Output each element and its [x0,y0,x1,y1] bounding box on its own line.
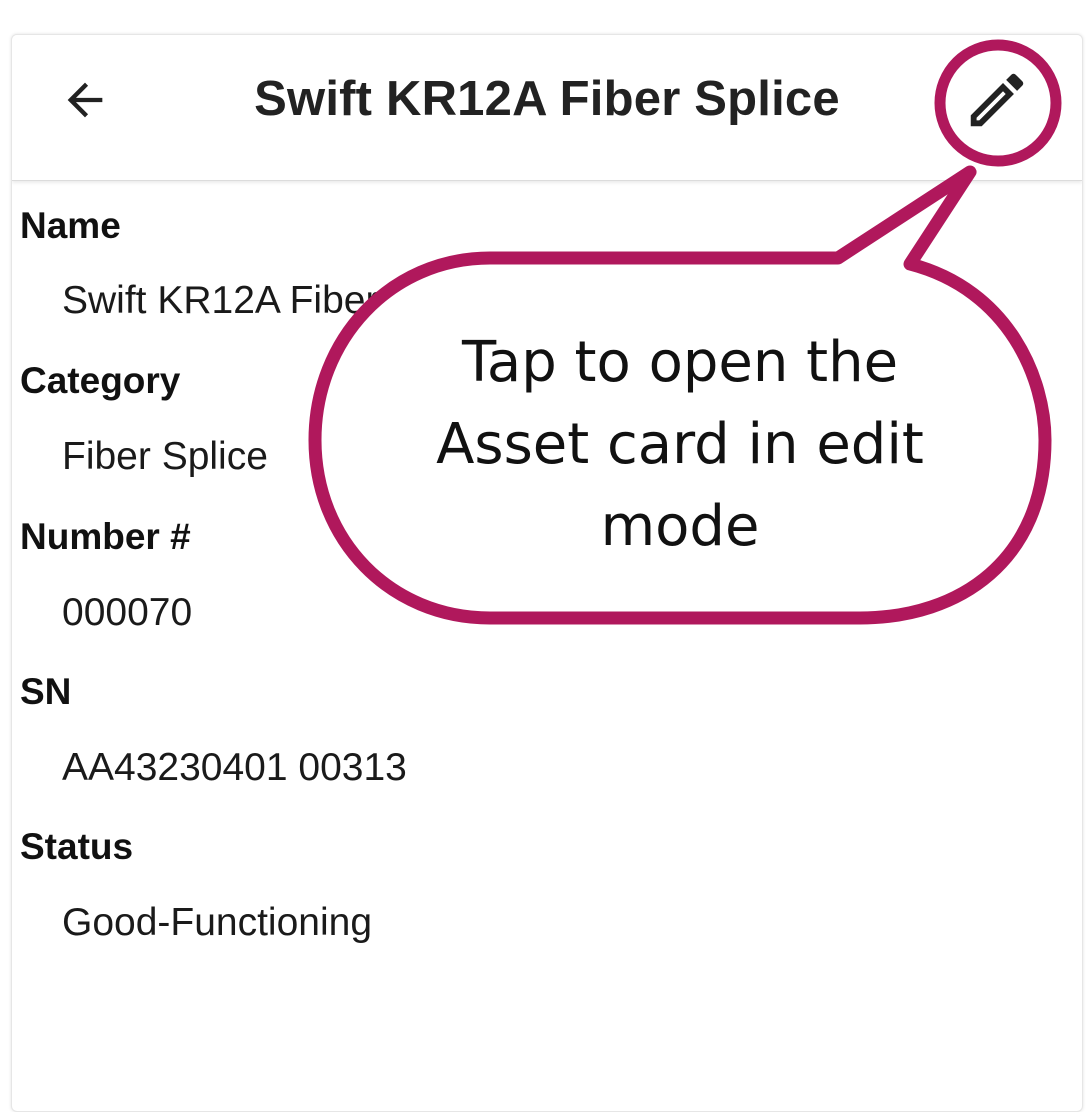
field-value-category: Fiber Splice [62,435,268,478]
field-label-category: Category [20,360,181,401]
back-button[interactable] [50,65,120,135]
callout-text: Tap to open the Asset card in edit mode [400,322,960,568]
field-label-status: Status [20,826,134,867]
page-title: Swift KR12A Fiber Splice [254,72,840,126]
field-value-number: 000070 [62,591,193,634]
field-label-number: Number # [20,516,191,557]
field-value-sn: AA43230401 00313 [62,746,407,789]
callout-line-1: Tap to open the [461,330,899,395]
field-label-name: Name [20,205,121,246]
asset-card: Swift KR12A Fiber Splice Name Swift KR12… [11,34,1083,1112]
arrow-left-icon [67,82,103,118]
field-value-status: Good-Functioning [62,901,373,944]
pencil-icon [970,73,1024,127]
field-label-sn: SN [20,671,72,712]
app-bar: Swift KR12A Fiber Splice [12,35,1082,181]
callout-line-2: Asset card in edit [436,412,924,477]
callout-line-3: mode [600,494,760,559]
edit-button[interactable] [962,65,1032,135]
field-value-name: Swift KR12A Fiber Splice [62,279,496,322]
